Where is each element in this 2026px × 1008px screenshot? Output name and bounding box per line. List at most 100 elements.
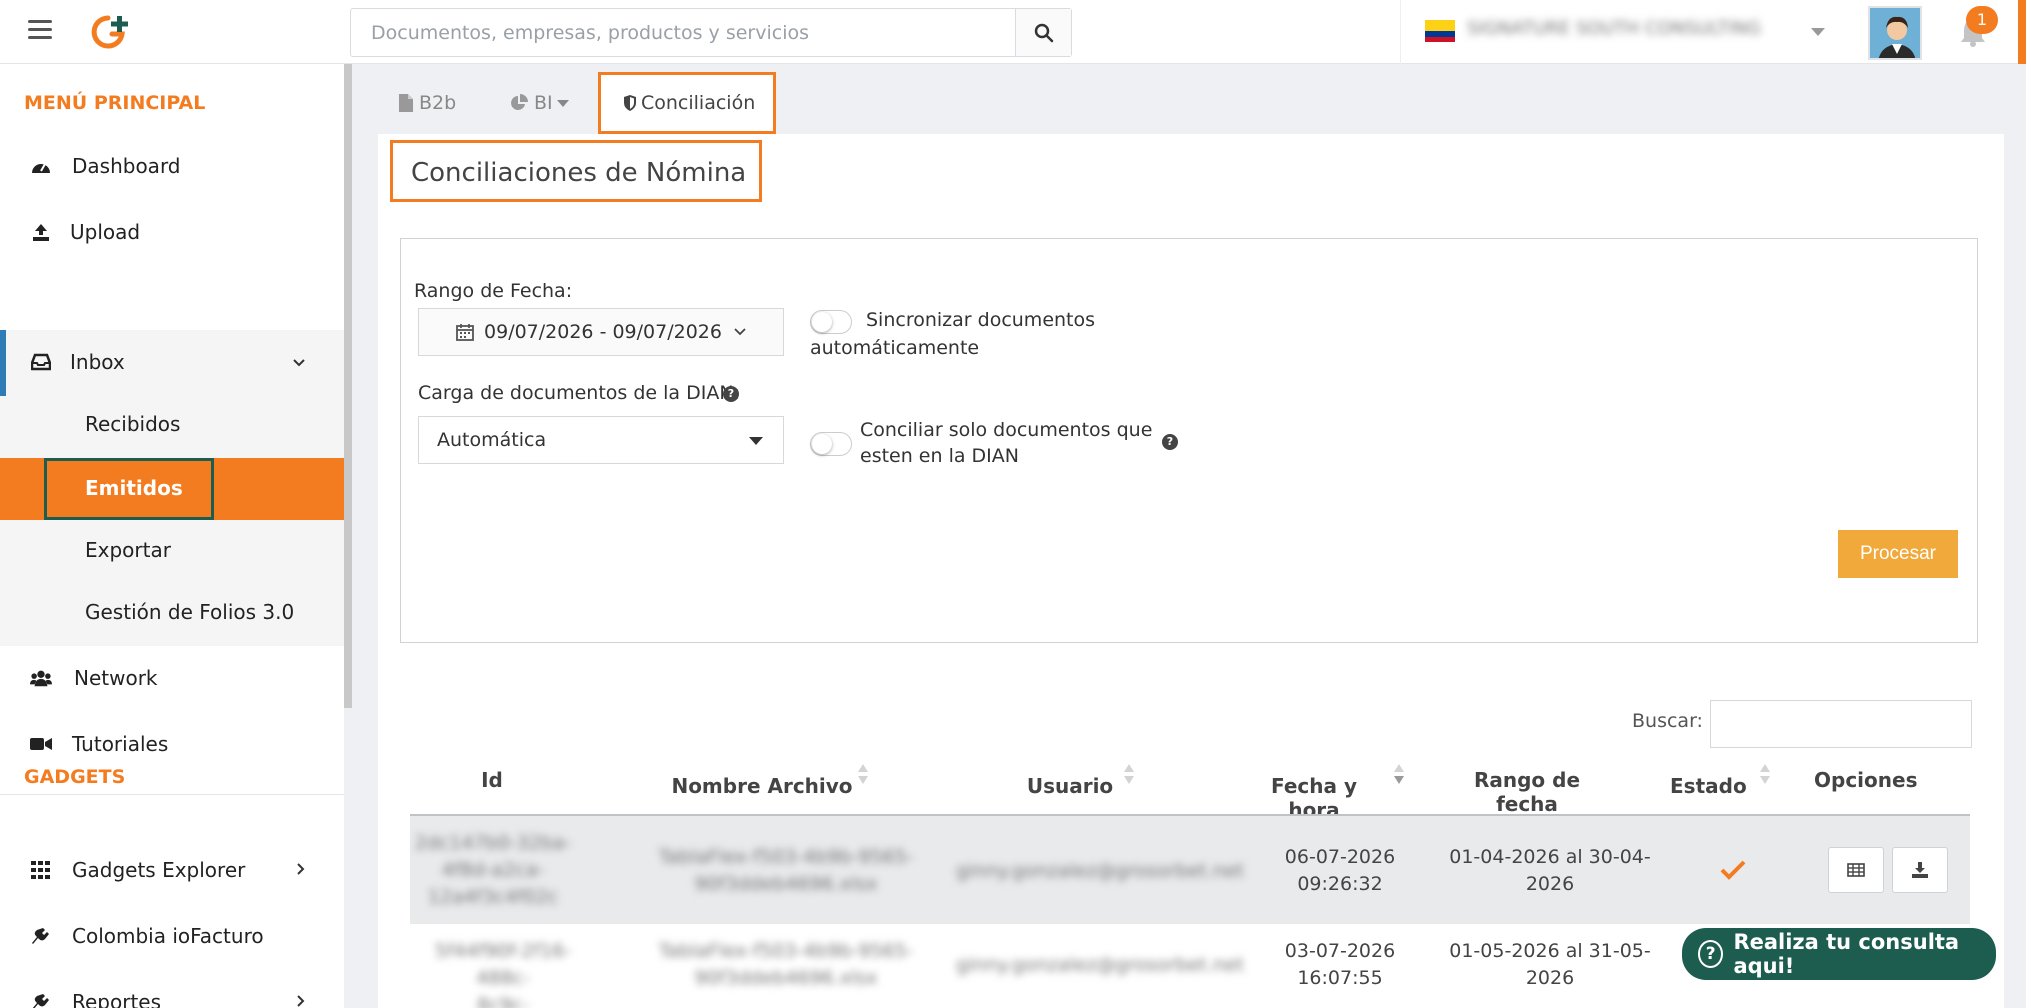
sidebar-item-label: Gadgets Explorer	[72, 858, 246, 882]
company-name: SIGNATURE SOUTH CONSULTING	[1467, 18, 1761, 39]
row-id: 5f44f90f-2f16-488c-8c9c-7f6a27f006358	[434, 940, 572, 1008]
table-search-label: Buscar:	[1632, 710, 1703, 732]
chevron-down-icon	[292, 353, 306, 372]
shield-icon	[624, 95, 636, 111]
sync-label-line1: Sincronizar documentos	[866, 309, 1096, 331]
date-range-picker[interactable]: 09/07/2026 - 09/07/2026	[418, 308, 784, 356]
row-datetime: 03-07-2026 16:07:55	[1284, 940, 1396, 989]
help-icon[interactable]: ?	[1162, 434, 1178, 450]
colombia-flag-icon	[1425, 20, 1455, 42]
help-icon[interactable]: ?	[723, 386, 739, 402]
plug-icon	[30, 925, 52, 947]
gadgets-title: GADGETS	[24, 766, 126, 788]
question-icon: ?	[1698, 940, 1724, 968]
conciliar-toggle[interactable]	[810, 432, 852, 456]
sidebar-item-label: Upload	[70, 220, 141, 244]
chevron-right-icon	[296, 861, 306, 880]
sort-icon[interactable]	[1124, 764, 1134, 786]
tab-label: Conciliación	[641, 92, 756, 114]
chevron-down-icon	[1811, 28, 1825, 36]
search-button[interactable]	[1015, 9, 1071, 56]
chat-help-button[interactable]: ? Realiza tu consulta aqui!	[1682, 928, 1996, 980]
page-title-highlight: Conciliaciones de Nómina	[390, 140, 762, 202]
tab-b2b[interactable]: B2b	[398, 72, 486, 134]
calendar-icon	[456, 324, 474, 341]
caret-down-icon	[556, 99, 569, 107]
grid-icon	[30, 859, 52, 881]
sidebar-item-inbox[interactable]: Inbox	[0, 330, 344, 394]
sort-desc-icon[interactable]	[1394, 764, 1404, 786]
sidebar: MENÚ PRINCIPAL Dashboard Upload Inbox Re…	[0, 64, 344, 1008]
download-icon	[1912, 862, 1928, 878]
side-panel-handle[interactable]	[2018, 0, 2026, 64]
submenu-item-exportar[interactable]: Exportar	[0, 520, 344, 582]
column-header-nombre-archivo[interactable]: Nombre Archivo	[670, 774, 854, 798]
submenu-item-label: Recibidos	[85, 412, 181, 436]
column-header-usuario[interactable]: Usuario	[1020, 774, 1120, 798]
date-range-label: Rango de Fecha:	[414, 280, 573, 302]
column-header-id[interactable]: Id	[460, 768, 524, 792]
submenu-item-label: Exportar	[85, 538, 171, 562]
tab-conciliacion[interactable]: Conciliación	[598, 72, 776, 134]
chat-help-label: Realiza tu consulta aqui!	[1733, 930, 1960, 978]
row-datetime: 06-07-2026 09:26:32	[1284, 846, 1396, 895]
conciliar-label-line1: Conciliar solo documentos que	[860, 419, 1153, 441]
dian-load-value: Automática	[437, 429, 547, 451]
check-icon	[1720, 860, 1746, 880]
sidebar-scrollbar[interactable]	[344, 64, 352, 708]
sidebar-item-label: Inbox	[70, 350, 125, 374]
column-header-opciones: Opciones	[1814, 768, 1918, 792]
highlight-outline	[44, 458, 214, 520]
avatar[interactable]	[1868, 6, 1922, 60]
process-button[interactable]: Procesar	[1838, 530, 1958, 578]
view-table-button[interactable]	[1828, 847, 1884, 893]
row-date-range: 01-05-2026 al 31-05- 2026	[1449, 940, 1651, 989]
row-id: 2dc147b0-32ba- 4f8d-a2ca- 12a4f3c4f02c	[414, 832, 572, 908]
sidebar-divider	[0, 794, 344, 795]
sort-icon[interactable]	[1760, 764, 1770, 786]
row-user: ginny.gonzalez@grosorbet.net	[955, 860, 1245, 882]
notification-badge: 1	[1966, 6, 1998, 34]
top-bar: SIGNATURE SOUTH CONSULTING 1	[0, 0, 2026, 64]
sidebar-item-gadgets-explorer[interactable]: Gadgets Explorer	[0, 838, 344, 902]
logo[interactable]	[84, 12, 132, 52]
chevron-down-icon	[734, 328, 746, 336]
search-icon	[1034, 23, 1053, 42]
file-icon	[399, 94, 413, 112]
table-icon	[1847, 863, 1865, 877]
column-header-estado[interactable]: Estado	[1670, 774, 1747, 798]
submenu-item-gestion-folios[interactable]: Gestión de Folios 3.0	[0, 582, 344, 644]
users-icon	[30, 667, 52, 689]
search-input[interactable]	[351, 9, 1015, 56]
sync-toggle[interactable]	[810, 310, 852, 334]
sidebar-item-label: Reportes	[72, 990, 162, 1008]
sidebar-item-reportes[interactable]: Reportes	[0, 970, 344, 1008]
submenu-item-recibidos[interactable]: Recibidos	[0, 394, 344, 456]
date-range-value: 09/07/2026 - 09/07/2026	[484, 321, 722, 343]
sidebar-item-upload[interactable]: Upload	[0, 200, 344, 264]
column-header-rango-fecha[interactable]: Rango de fecha	[1444, 768, 1610, 816]
caret-down-icon	[749, 437, 763, 445]
sync-label-line2: automáticamente	[810, 337, 980, 359]
row-file-name: TablaFlex-f503-4b9b-9565- 90f3ddeb4696.xl…	[658, 846, 914, 895]
sidebar-item-dashboard[interactable]: Dashboard	[0, 134, 344, 198]
dian-label: Carga de documentos de la DIAN:	[418, 382, 740, 404]
company-selector[interactable]: SIGNATURE SOUTH CONSULTING	[1400, 0, 1840, 64]
sidebar-item-label: Network	[74, 666, 158, 690]
row-user: ginny.gonzalez@grosorbet.net	[955, 954, 1245, 976]
sort-icon[interactable]	[858, 764, 868, 786]
chevron-right-icon	[296, 993, 306, 1008]
sidebar-item-colombia-iofacturo[interactable]: Colombia ioFacturo	[0, 904, 344, 968]
dian-load-select[interactable]: Automática	[418, 416, 784, 464]
sidebar-item-network[interactable]: Network	[0, 646, 344, 710]
pie-chart-icon	[511, 94, 528, 110]
plug-icon	[30, 991, 52, 1008]
inbox-icon	[30, 351, 52, 373]
tab-bi[interactable]: BI	[510, 72, 590, 134]
sidebar-item-label: Dashboard	[72, 154, 181, 178]
hamburger-menu-icon[interactable]	[28, 20, 52, 40]
sidebar-item-label: Colombia ioFacturo	[72, 924, 264, 948]
download-button[interactable]	[1892, 847, 1948, 893]
sidebar-item-label: Tutoriales	[72, 732, 169, 756]
table-search-input[interactable]	[1710, 700, 1972, 748]
